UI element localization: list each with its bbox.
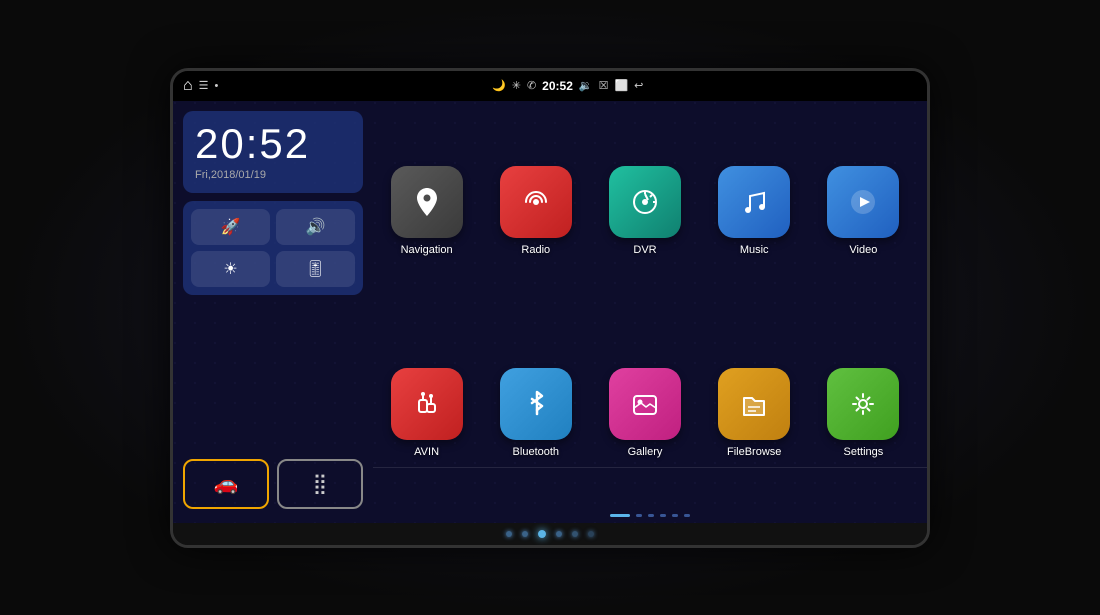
app-grid: Navigation Ra	[378, 116, 912, 508]
quick-controls: 🚀 🔊 ☀ 🎚	[183, 201, 363, 295]
app-item-navigation[interactable]: Navigation	[378, 116, 475, 306]
settings-icon	[827, 368, 899, 440]
bluetooth-status-icon: ✳	[512, 79, 521, 92]
speaker-icon: 🔊	[306, 217, 326, 237]
status-left: ⌂ ☰ •	[183, 77, 218, 95]
rocket-icon: 🚀	[221, 217, 241, 237]
app-item-music[interactable]: Music	[706, 116, 803, 306]
clock-time: 20:52	[195, 123, 351, 165]
app-grid-container: Navigation Ra	[373, 101, 927, 523]
sun-icon: ☀	[223, 259, 237, 279]
app-item-radio[interactable]: Radio	[487, 116, 584, 306]
music-icon	[718, 166, 790, 238]
back-icon[interactable]: ↩	[634, 79, 643, 92]
app-item-dvr[interactable]: DVR	[596, 116, 693, 306]
clock-widget: 20:52 Fri,2018/01/19	[183, 111, 363, 193]
app-item-bluetooth[interactable]: Bluetooth	[487, 318, 584, 508]
video-icon	[827, 166, 899, 238]
led-6	[588, 531, 594, 537]
home-icon[interactable]: ⌂	[183, 77, 193, 95]
volume-icon: 🔉	[579, 79, 593, 92]
music-label: Music	[740, 244, 769, 256]
main-area: 20:52 Fri,2018/01/19 🚀 🔊 ☀ 🎚	[173, 101, 927, 523]
settings-label: Settings	[844, 446, 884, 458]
status-center: 🌙 ✳ ✆ 20:52 🔉 ☒ ⬜ ↩	[492, 79, 643, 93]
page-dot-1	[610, 514, 630, 517]
left-panel: 20:52 Fri,2018/01/19 🚀 🔊 ☀ 🎚	[173, 101, 373, 523]
close-box-icon: ☒	[599, 79, 609, 92]
apps-button[interactable]: ⣿	[277, 459, 363, 509]
page-dot-3	[648, 514, 654, 517]
car-frame: ⌂ ☰ • 🌙 ✳ ✆ 20:52 🔉 ☒ ⬜ ↩ 20:5	[0, 0, 1100, 615]
clock-date: Fri,2018/01/19	[195, 169, 351, 181]
dvr-label: DVR	[633, 244, 656, 256]
led-5	[572, 531, 578, 537]
bluetooth-label: Bluetooth	[513, 446, 559, 458]
gallery-label: Gallery	[628, 446, 663, 458]
car-mode-button[interactable]: 🚗	[183, 459, 269, 509]
navigation-label: Navigation	[401, 244, 453, 256]
gallery-icon	[609, 368, 681, 440]
page-dot-2	[636, 514, 642, 517]
phone-icon: ✆	[527, 79, 536, 92]
led-4	[556, 531, 562, 537]
launch-button[interactable]: 🚀	[191, 209, 270, 245]
car-icon: 🚗	[214, 471, 239, 496]
equalizer-icon: 🎚	[305, 259, 325, 279]
dot-icon: •	[215, 80, 219, 92]
filebrowse-label: FileBrowse	[727, 446, 781, 458]
led-2	[522, 531, 528, 537]
apps-grid-icon: ⣿	[313, 471, 328, 496]
dvr-icon	[609, 166, 681, 238]
moon-icon: 🌙	[492, 79, 506, 92]
volume-button[interactable]: 🔊	[276, 209, 355, 245]
page-dot-4	[660, 514, 666, 517]
led-3	[538, 530, 546, 538]
app-item-video[interactable]: Video	[815, 116, 912, 306]
divider-line	[373, 467, 927, 468]
radio-icon	[500, 166, 572, 238]
app-item-settings[interactable]: Settings	[815, 318, 912, 508]
navigation-icon	[391, 166, 463, 238]
filebrowse-icon	[718, 368, 790, 440]
app-item-filebrowse[interactable]: FileBrowse	[706, 318, 803, 508]
radio-label: Radio	[521, 244, 550, 256]
bluetooth-icon	[500, 368, 572, 440]
page-dot-5	[672, 514, 678, 517]
window-icon: ⬜	[614, 79, 628, 92]
status-time: 20:52	[542, 79, 573, 93]
video-label: Video	[849, 244, 877, 256]
page-dot-6	[684, 514, 690, 517]
screen-bezel: ⌂ ☰ • 🌙 ✳ ✆ 20:52 🔉 ☒ ⬜ ↩ 20:5	[170, 68, 930, 548]
eq-button[interactable]: 🎚	[276, 251, 355, 287]
avin-icon	[391, 368, 463, 440]
indicator-row	[173, 523, 927, 545]
avin-label: AVIN	[414, 446, 439, 458]
brightness-button[interactable]: ☀	[191, 251, 270, 287]
status-bar: ⌂ ☰ • 🌙 ✳ ✆ 20:52 🔉 ☒ ⬜ ↩	[173, 71, 927, 101]
app-item-avin[interactable]: AVIN	[378, 318, 475, 508]
page-dots	[373, 514, 927, 517]
menu-icon: ☰	[199, 79, 209, 92]
led-1	[506, 531, 512, 537]
bottom-widgets: 🚗 ⣿	[183, 459, 363, 513]
app-item-gallery[interactable]: Gallery	[596, 318, 693, 508]
